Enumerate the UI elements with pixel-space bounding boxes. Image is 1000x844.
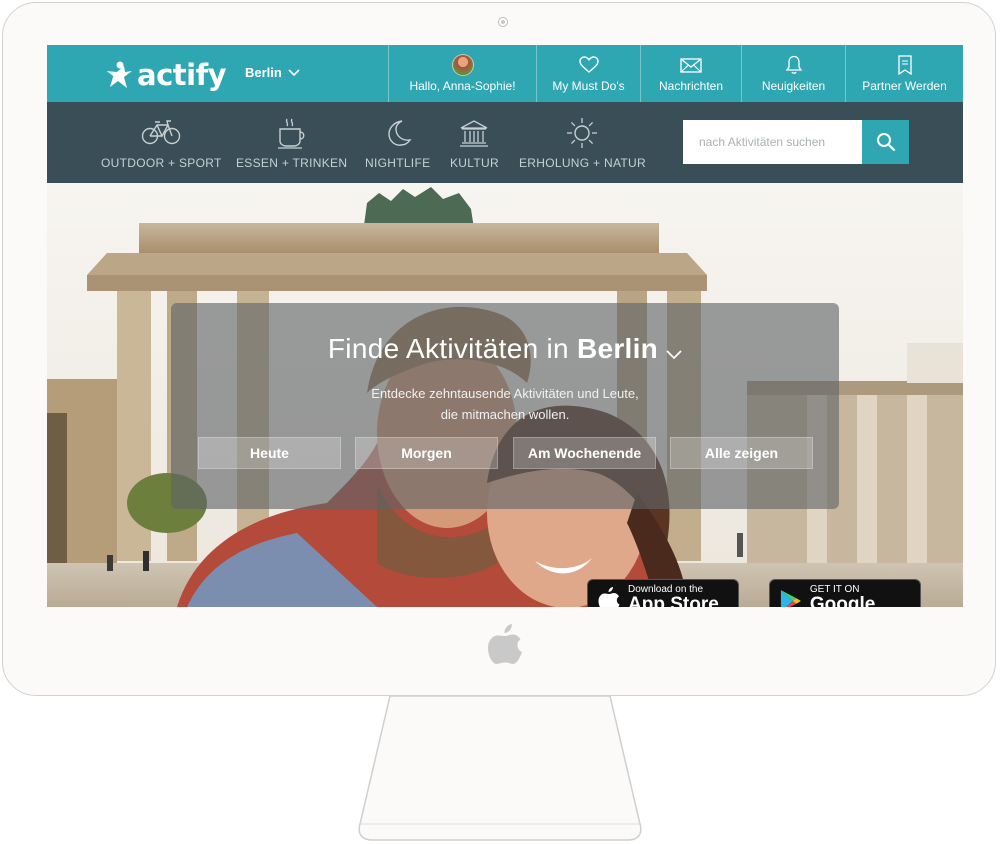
nav-greeting-label: Hallo, Anna-Sophie! — [409, 79, 516, 93]
brand-name: actify — [137, 58, 227, 92]
user-nav: Hallo, Anna-Sophie! My Must Do's Nachric… — [388, 45, 963, 102]
search-icon — [876, 133, 895, 152]
category-label: ESSEN + TRINKEN — [236, 156, 348, 170]
category-label: ERHOLUNG + NATUR — [519, 156, 646, 170]
filter-today-button[interactable]: Heute — [198, 437, 341, 469]
bicycle-icon — [142, 120, 181, 145]
nav-messages[interactable]: Nachrichten — [640, 45, 741, 102]
chevron-down-icon — [288, 68, 300, 76]
hero-title: Finde Aktivitäten in Berlin — [171, 333, 839, 367]
google-play-badge[interactable]: GET IT ON Google Play — [769, 579, 921, 607]
category-label: NIGHTLIFE — [365, 156, 431, 170]
hero-section: Finde Aktivitäten in Berlin Entdecke zehn… — [47, 183, 963, 607]
chevron-down-icon[interactable] — [666, 349, 682, 360]
search-prompt-panel: Finde Aktivitäten in Berlin Entdecke zehn… — [171, 303, 839, 509]
city-selector[interactable]: Berlin — [245, 65, 300, 80]
hero-city-selector[interactable]: Berlin — [577, 333, 658, 364]
actify-logo[interactable]: actify — [103, 57, 227, 93]
camera-icon — [498, 17, 508, 27]
nav-partner-label: Partner Werden — [862, 79, 947, 93]
search-button[interactable] — [862, 120, 909, 164]
app-store-big-text: App Store — [628, 594, 719, 608]
heart-icon — [578, 56, 599, 73]
hero-subtitle-line: die mitmachen wollen. — [440, 407, 570, 422]
app-store-badge[interactable]: Download on the App Store — [587, 579, 739, 607]
hero-subtitle: Entdecke zehntausende Aktivitäten und Le… — [171, 383, 839, 425]
filter-weekend-button[interactable]: Am Wochenende — [513, 437, 656, 469]
city-selector-label: Berlin — [245, 65, 282, 80]
nav-must-dos-label: My Must Do's — [552, 79, 625, 93]
moon-icon — [387, 120, 412, 146]
filter-tomorrow-button[interactable]: Morgen — [355, 437, 498, 469]
category-nightlife[interactable]: NIGHTLIFE — [365, 116, 430, 170]
bell-icon — [785, 55, 802, 74]
nav-news[interactable]: Neuigkeiten — [741, 45, 845, 102]
star-person-logo-icon — [104, 61, 132, 88]
nav-messages-label: Nachrichten — [658, 79, 724, 93]
avatar — [451, 54, 474, 76]
top-navigation-bar: actify Berlin Hallo, Anna-Sophie! My Mus… — [47, 45, 963, 102]
nav-must-dos[interactable]: My Must Do's — [536, 45, 640, 102]
hero-title-text: Finde Aktivitäten in — [327, 333, 569, 364]
nav-user-profile[interactable]: Hallo, Anna-Sophie! — [388, 45, 536, 102]
category-label: OUTDOOR + SPORT — [101, 156, 222, 170]
apple-icon — [598, 587, 620, 607]
nav-become-partner[interactable]: Partner Werden — [845, 45, 963, 102]
category-outdoor-sport[interactable]: OUTDOOR + SPORT — [101, 116, 222, 170]
hero-subtitle-line: Entdecke zehntausende Aktivitäten und Le… — [371, 386, 639, 401]
imac-stand — [358, 696, 642, 841]
category-erholung-natur[interactable]: ERHOLUNG + NATUR — [519, 116, 646, 170]
sun-icon — [567, 118, 598, 148]
bookmark-icon — [897, 55, 912, 75]
coffee-cup-icon — [277, 118, 305, 149]
museum-icon — [460, 120, 489, 147]
category-kultur[interactable]: KULTUR — [450, 116, 499, 170]
category-label: KULTUR — [450, 156, 499, 170]
imac-monitor-frame: actify Berlin Hallo, Anna-Sophie! My Mus… — [2, 2, 996, 696]
apple-logo-icon — [488, 624, 522, 664]
google-play-icon — [780, 590, 801, 607]
envelope-icon — [680, 57, 702, 73]
search-input[interactable] — [683, 120, 863, 164]
nav-news-label: Neuigkeiten — [761, 79, 826, 93]
category-bar: OUTDOOR + SPORT ESSEN + TRINKEN NIGHTLIF… — [47, 102, 963, 183]
show-all-button[interactable]: Alle zeigen — [670, 437, 813, 469]
browser-screen: actify Berlin Hallo, Anna-Sophie! My Mus… — [47, 45, 963, 607]
google-play-big-text: Google Play — [809, 594, 876, 608]
category-essen-trinken[interactable]: ESSEN + TRINKEN — [236, 116, 347, 170]
